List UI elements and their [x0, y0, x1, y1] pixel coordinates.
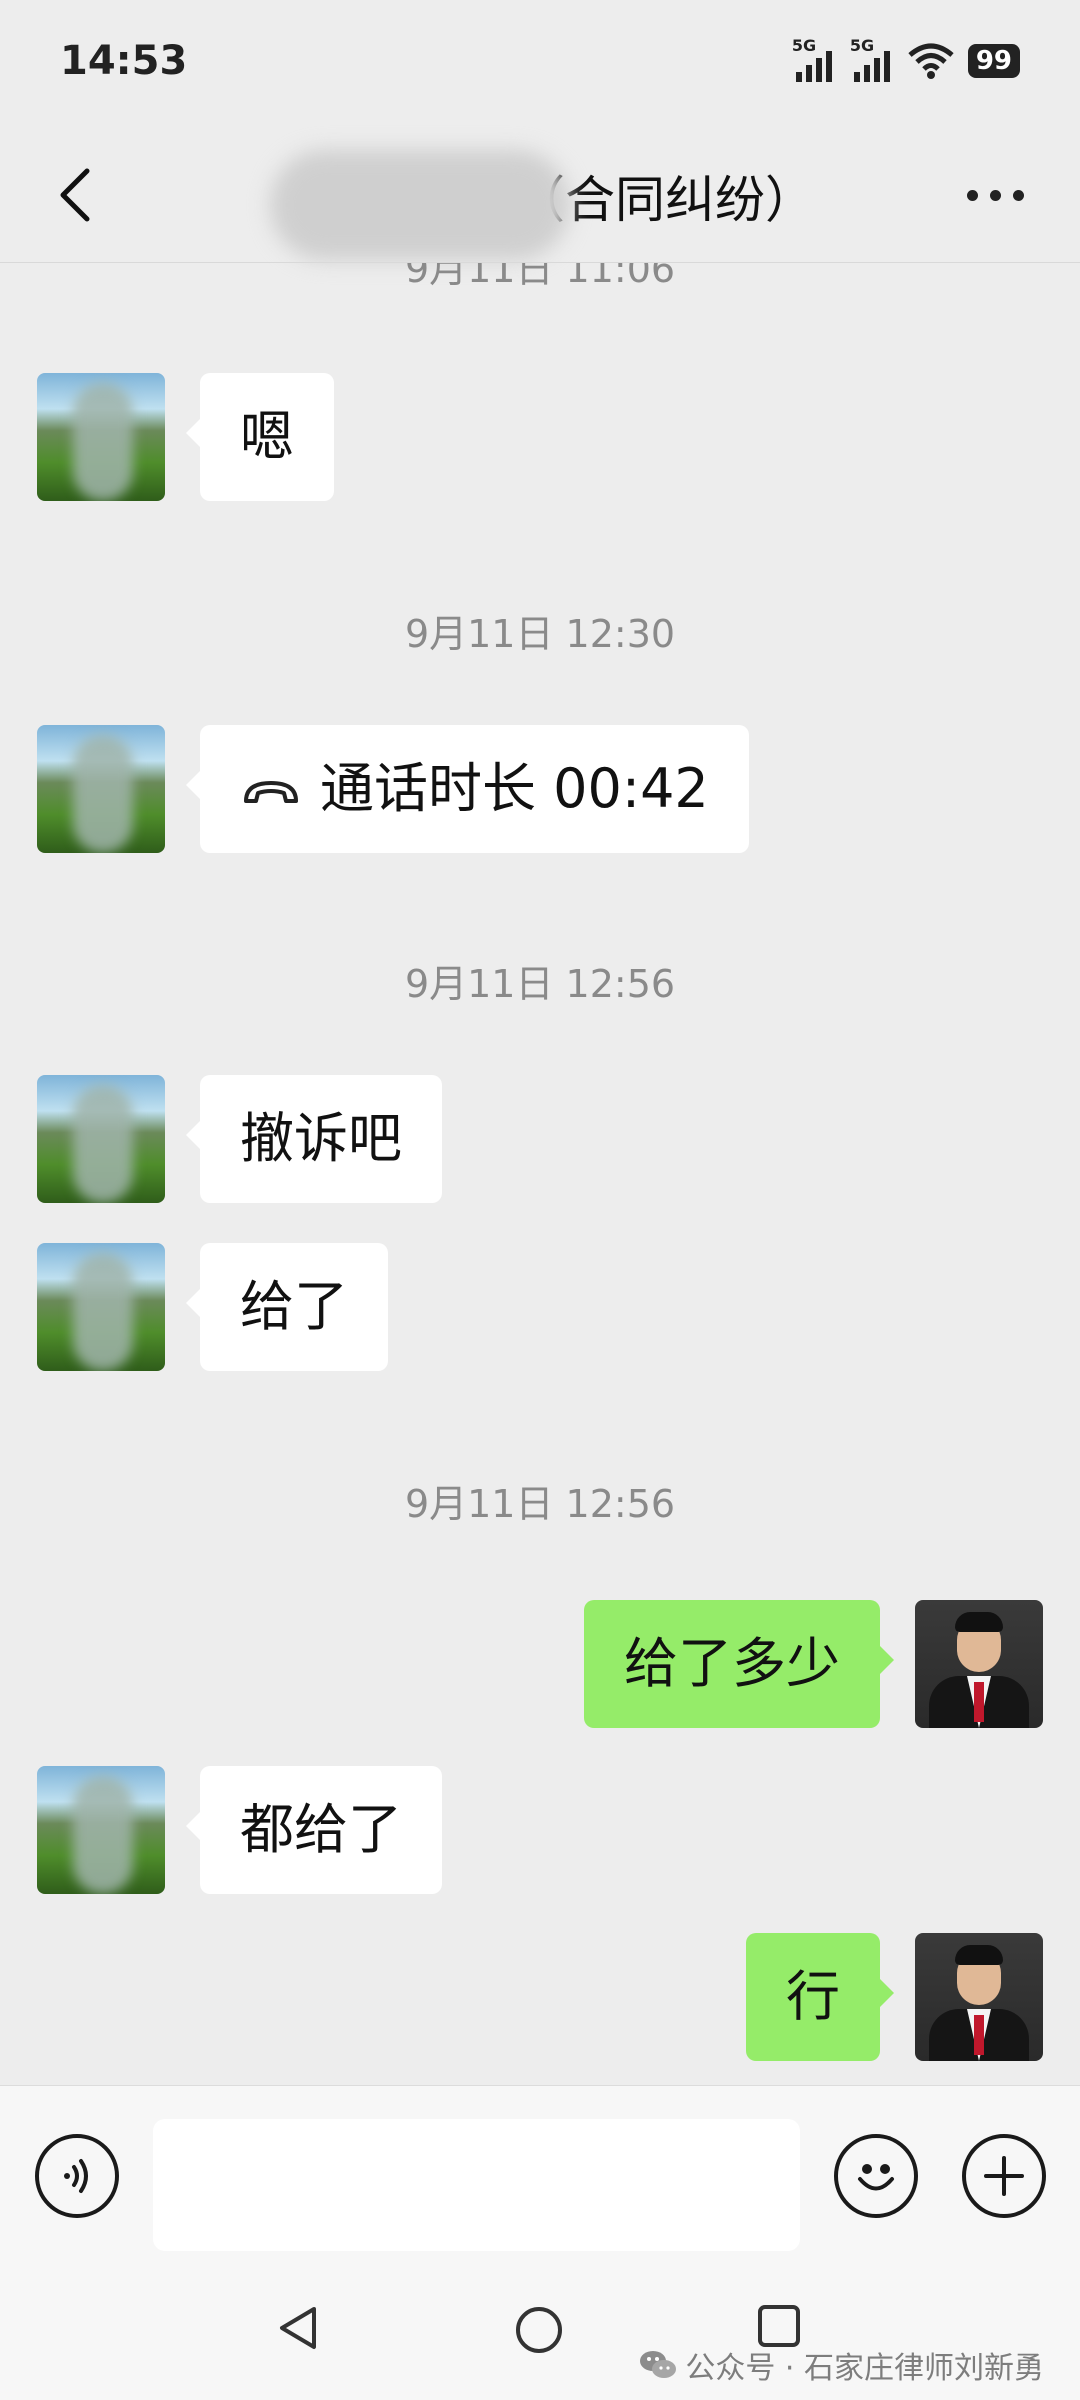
- more-options-button[interactable]: [950, 160, 1040, 230]
- my-avatar[interactable]: [915, 1933, 1043, 2061]
- phone-hangup-icon: [244, 781, 298, 804]
- voice-button[interactable]: [35, 2134, 119, 2218]
- voice-icon: [64, 2159, 88, 2193]
- timestamp: 9月11日 12:56: [404, 962, 676, 1006]
- nav-back-icon[interactable]: [276, 2305, 320, 2351]
- contact-avatar[interactable]: [37, 1243, 165, 1371]
- status-bar: 14:53 5G 5G 99: [0, 0, 1080, 130]
- wechat-icon: [640, 2351, 677, 2378]
- battery-icon: 99: [967, 44, 1020, 78]
- plus-button[interactable]: [962, 2134, 1046, 2218]
- contact-avatar[interactable]: [37, 1075, 165, 1203]
- emoji-icon: [858, 2164, 894, 2191]
- status-time: 14:53: [60, 38, 188, 84]
- message-bubble-incoming[interactable]: 撤诉吧: [186, 1075, 442, 1203]
- my-avatar[interactable]: [915, 1600, 1043, 1728]
- chat-area[interactable]: 9月11日 11:06 嗯 9月11日 12:30 通话时长 00:42 9月1…: [0, 263, 1080, 2085]
- contact-avatar[interactable]: [37, 725, 165, 853]
- timestamp: 9月11日 12:30: [404, 612, 676, 656]
- nav-home-icon[interactable]: [516, 2307, 562, 2353]
- message-bubble-outgoing[interactable]: 给了多少: [584, 1600, 894, 1728]
- signal-icon: 5G: [792, 36, 836, 82]
- message-bubble-incoming[interactable]: 嗯: [186, 373, 334, 501]
- status-icons: 5G 5G 99: [792, 36, 1020, 82]
- call-record-bubble[interactable]: 通话时长 00:42: [186, 725, 749, 853]
- more-options-icon: [966, 189, 978, 201]
- signal-icon: 5G: [850, 36, 894, 82]
- watermark: 公众号 · 石家庄律师刘新勇: [639, 2343, 1044, 2387]
- call-duration: 通话时长 00:42: [320, 757, 709, 820]
- plus-icon: [984, 2156, 1024, 2196]
- contact-avatar[interactable]: [37, 373, 165, 501]
- timestamp: 9月11日 11:06: [404, 263, 676, 291]
- timestamp: 9月11日 12:56: [404, 1482, 676, 1526]
- input-bar: [0, 2085, 1080, 2266]
- message-bubble-incoming[interactable]: 都给了: [186, 1766, 442, 1894]
- nav-recent-icon[interactable]: [758, 2305, 800, 2347]
- message-bubble-incoming[interactable]: 给了: [186, 1243, 388, 1371]
- emoji-button[interactable]: [834, 2134, 918, 2218]
- message-bubble-outgoing[interactable]: 行: [746, 1933, 894, 2061]
- message-input[interactable]: [153, 2119, 800, 2251]
- redaction-blur: [270, 150, 570, 260]
- system-nav-bar: 公众号 · 石家庄律师刘新勇: [0, 2265, 1080, 2400]
- contact-avatar[interactable]: [37, 1766, 165, 1894]
- wifi-icon: [908, 43, 954, 79]
- watermark-text: 公众号 · 石家庄律师刘新勇: [685, 2351, 1044, 2386]
